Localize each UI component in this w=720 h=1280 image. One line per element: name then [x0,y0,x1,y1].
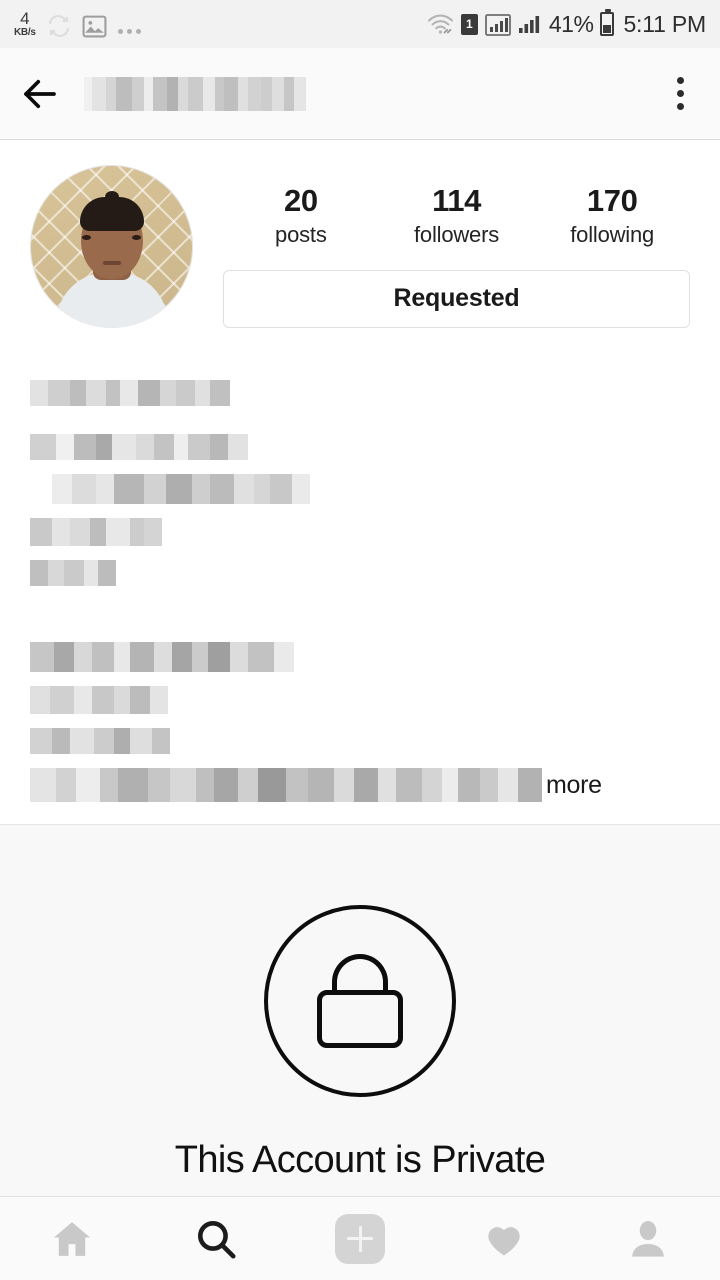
battery-icon [600,9,615,36]
bio-line-censored [30,380,690,406]
network-speed-indicator: 4 KB/s [14,10,36,38]
avatar-mouth [102,261,121,265]
status-bar-left: 4 KB/s [14,10,141,38]
bio-line-censored [30,518,690,546]
bio-line-censored [30,434,690,460]
options-menu-button[interactable] [640,48,720,140]
avatar-hair-tuft [104,191,119,203]
tab-add-post[interactable] [288,1197,432,1280]
lock-icon [264,905,456,1097]
stat-following[interactable]: 170 following [534,183,690,248]
bottom-tab-bar [0,1196,720,1280]
bio-more-link[interactable]: more [546,771,602,800]
add-post-icon [335,1213,385,1264]
signal-bars-secondary-icon [518,12,542,37]
tab-activity[interactable] [432,1197,576,1280]
bio-line-censored [30,686,690,714]
avatar-shirt [55,272,168,328]
back-button[interactable] [0,48,80,140]
bio-line-censored [52,474,690,504]
lock-body [317,990,403,1048]
following-count: 170 [586,183,638,218]
activity-heart-icon [488,1226,520,1255]
bio-line-censored [30,560,690,586]
back-arrow-icon [24,79,56,108]
bio-line-censored [30,728,690,754]
followers-label: followers [414,221,500,247]
profile-icon [632,1220,664,1257]
private-account-section: This Account is Private [0,825,720,1245]
posts-count: 20 [283,183,318,218]
avatar[interactable] [30,165,193,328]
bio-line-censored [30,642,690,672]
clock-label: 5:11 PM [623,10,706,37]
network-speed-unit: KB/s [14,27,36,38]
search-icon [197,1220,236,1259]
status-bar-right: 1 41% 5:11 PM [427,9,706,38]
wifi-icon [427,12,454,36]
avatar-eye-left [82,235,91,240]
status-bar: 4 KB/s 1 41% 5:11 PM [0,0,720,48]
profile-top-row: 20 posts 114 followers 170 following Req… [0,140,720,328]
image-icon [82,15,107,38]
requested-button[interactable]: Requested [223,269,690,328]
private-account-title: This Account is Private [174,1139,546,1181]
username-title-censored [84,76,306,111]
signal-bars-icon [484,12,511,37]
tab-search[interactable] [144,1197,288,1280]
profile-header-bar [0,48,720,140]
kebab-menu-icon [676,77,684,84]
sim-card-icon: 1 [460,13,478,35]
overflow-dots-icon [117,29,141,38]
stats-row: 20 posts 114 followers 170 following [223,165,690,248]
tab-home[interactable] [0,1197,144,1280]
avatar-eye-right [132,235,141,240]
posts-label: posts [275,221,327,247]
following-label: following [570,221,655,247]
battery-percent-label: 41% [548,10,594,37]
tab-profile[interactable] [576,1197,720,1280]
stats-and-action: 20 posts 114 followers 170 following Req… [193,165,690,328]
profile-body: 20 posts 114 followers 170 following Req… [0,140,720,1245]
instagram-profile-screen: 4 KB/s 1 41% 5:11 PM 20 posts 114 follow… [0,0,720,1280]
sync-icon [47,14,71,38]
network-speed-value: 4 [20,9,30,28]
bio-more-row[interactable]: more [30,768,690,802]
followers-count: 114 [432,183,481,218]
stat-posts[interactable]: 20 posts [223,183,379,248]
bio-line-censored [30,768,542,802]
bio-section: more [0,328,720,802]
home-icon [53,1221,91,1256]
stat-followers[interactable]: 114 followers [379,183,535,248]
